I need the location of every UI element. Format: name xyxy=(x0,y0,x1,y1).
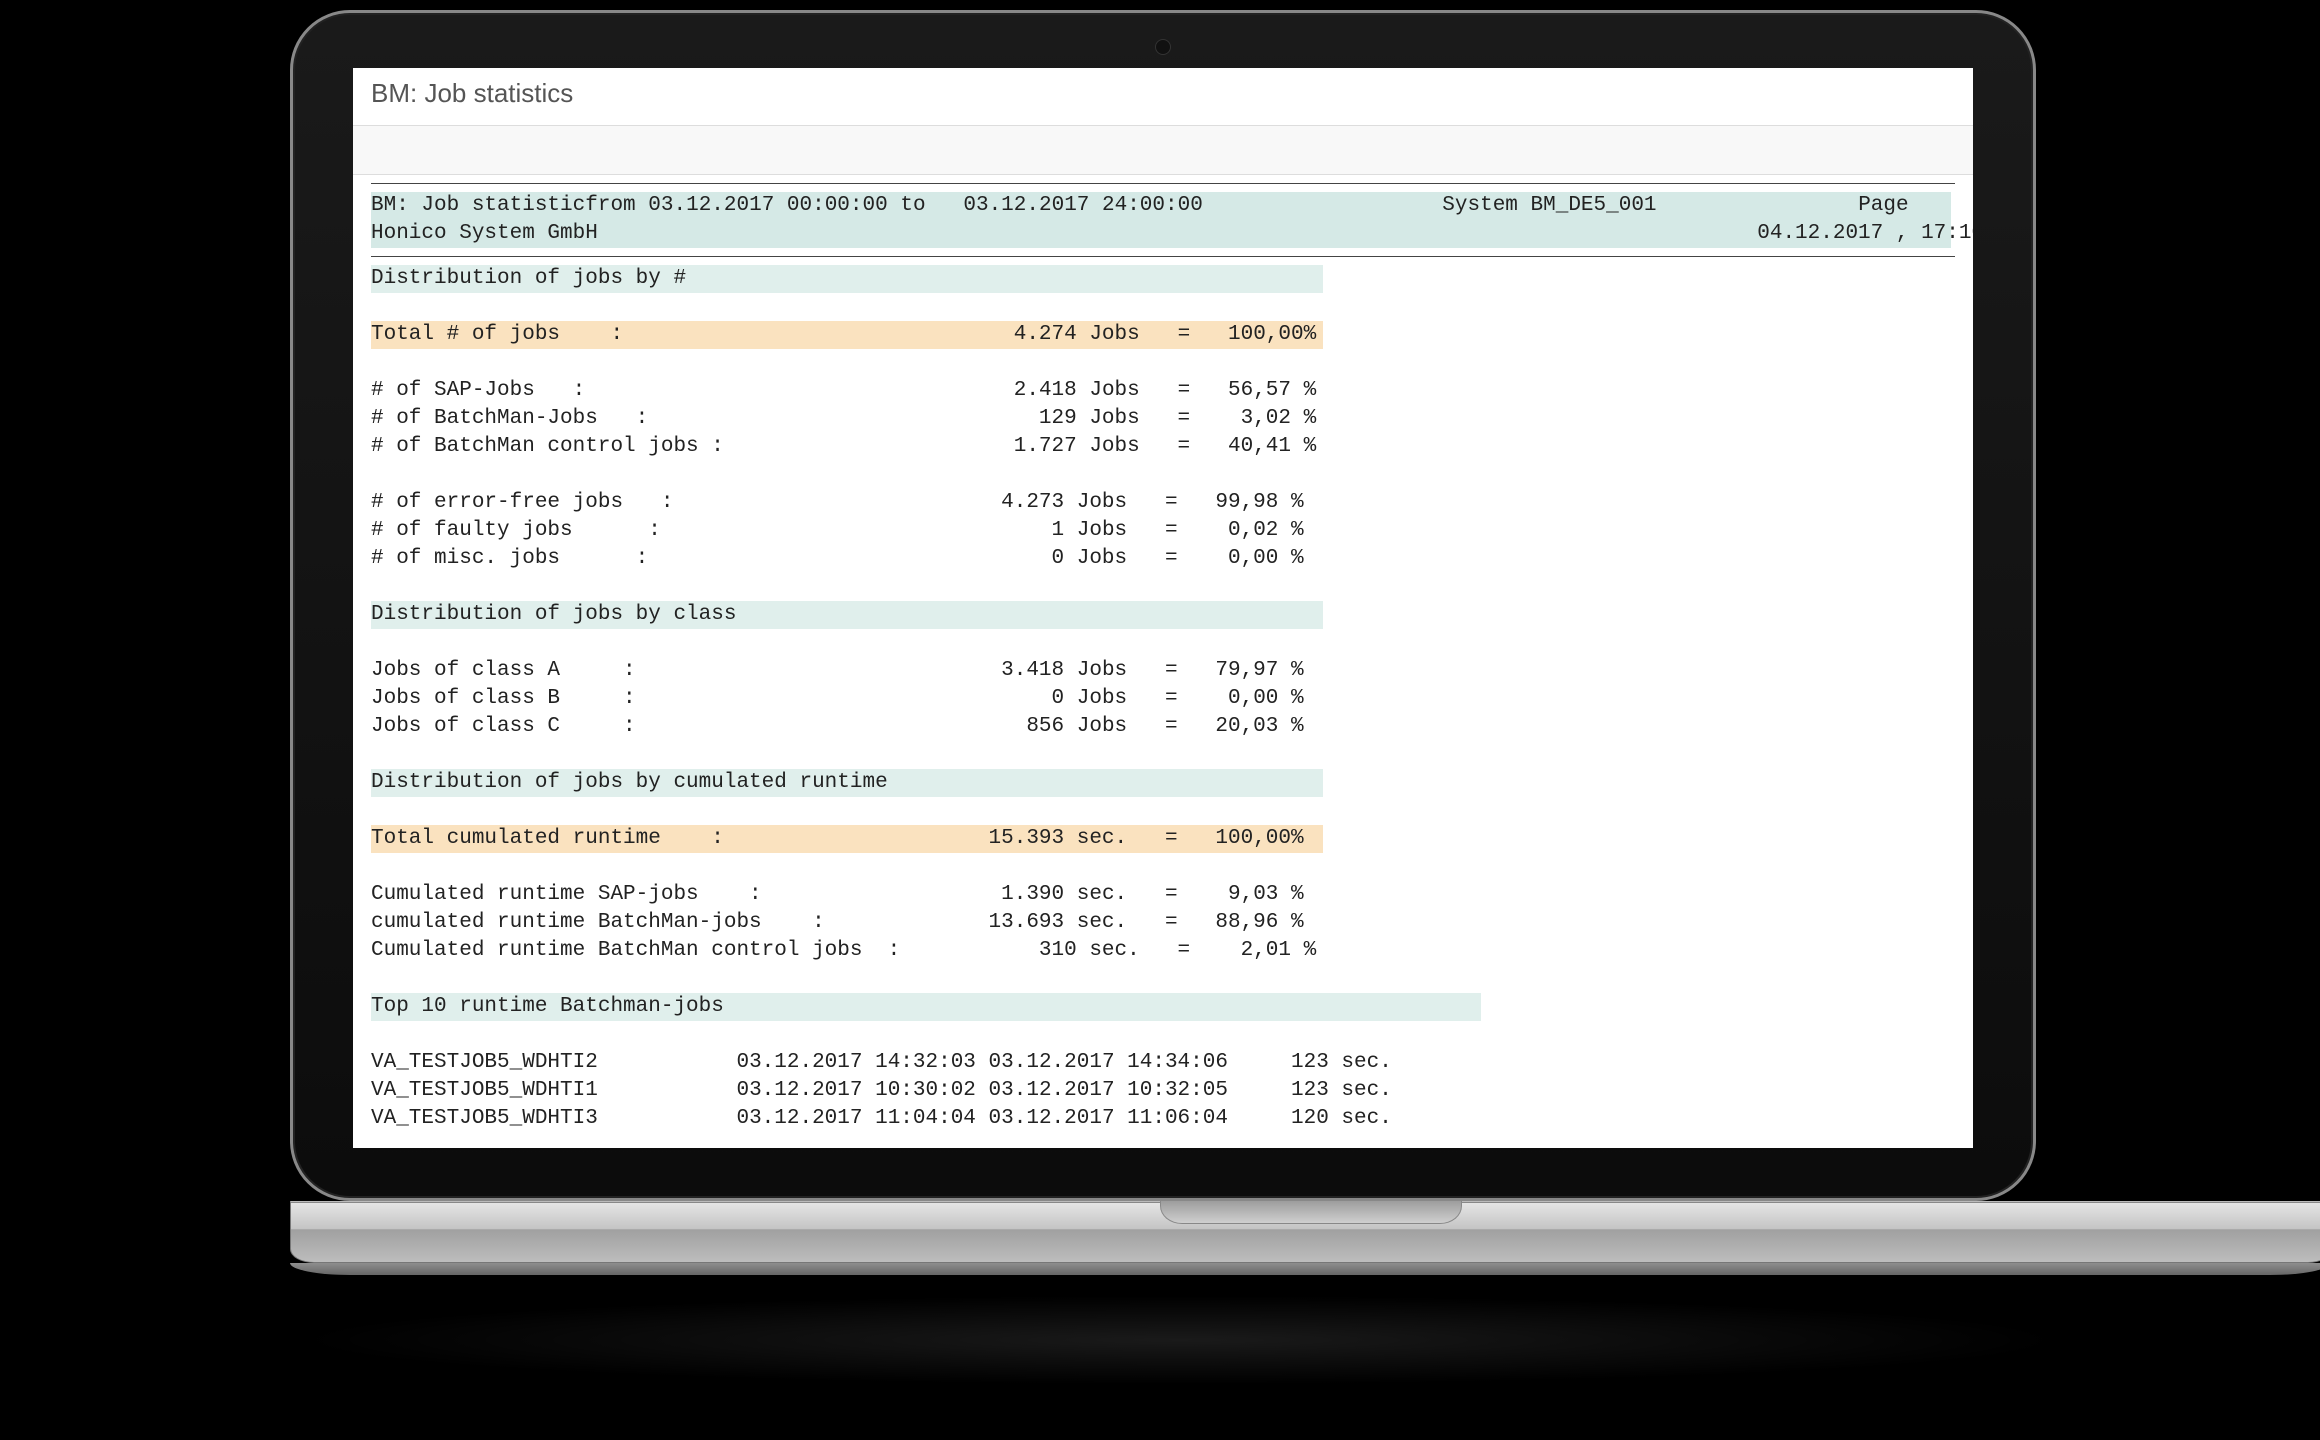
stat-row: # of misc. jobs : 0 Jobs = 0,00 % xyxy=(371,547,1304,570)
laptop-foot xyxy=(290,1263,2320,1275)
top10-row: VA_TESTJOB5_WDHTI1 03.12.2017 10:30:02 0… xyxy=(371,1079,1392,1102)
total-runtime-row: Total cumulated runtime : 15.393 sec. = … xyxy=(371,825,1323,853)
section-header: Distribution of jobs by # xyxy=(371,265,1323,293)
hinge-notch xyxy=(1160,1201,1462,1224)
window-title: BM: Job statistics xyxy=(353,68,1973,125)
stat-row: # of faulty jobs : 1 Jobs = 0,02 % xyxy=(371,519,1304,542)
report-header-line2: Honico System GmbH 04.12.2017 , 17:10:19 xyxy=(371,220,1951,248)
stat-row: Cumulated runtime SAP-jobs : 1.390 sec. … xyxy=(371,883,1304,906)
camera-icon xyxy=(1155,39,1171,55)
section-header: Top 10 runtime Batchman-jobs xyxy=(371,993,1481,1021)
stat-row: Jobs of class A : 3.418 Jobs = 79,97 % xyxy=(371,659,1304,682)
divider xyxy=(371,256,1955,257)
stat-row: Jobs of class C : 856 Jobs = 20,03 % xyxy=(371,715,1304,738)
divider xyxy=(371,183,1955,184)
screen: BM: Job statistics BM: Job statisticfrom… xyxy=(353,68,1973,1148)
report-body-main: Distribution of jobs by # Total # of job… xyxy=(371,265,1955,1133)
total-jobs-row: Total # of jobs : 4.274 Jobs = 100,00% xyxy=(371,321,1323,349)
section-header: Distribution of jobs by class xyxy=(371,601,1323,629)
top10-row: VA_TESTJOB5_WDHTI2 03.12.2017 14:32:03 0… xyxy=(371,1051,1392,1074)
section-header: Distribution of jobs by cumulated runtim… xyxy=(371,769,1323,797)
stat-row: # of BatchMan control jobs : 1.727 Jobs … xyxy=(371,435,1316,458)
stat-row: # of error-free jobs : 4.273 Jobs = 99,9… xyxy=(371,491,1304,514)
report-header-line1: BM: Job statisticfrom 03.12.2017 00:00:0… xyxy=(371,192,1951,220)
stat-row: cumulated runtime BatchMan-jobs : 13.693… xyxy=(371,911,1304,934)
top10-row: VA_TESTJOB5_WDHTI3 03.12.2017 11:04:04 0… xyxy=(371,1107,1392,1130)
stat-row: # of BatchMan-Jobs : 129 Jobs = 3,02 % xyxy=(371,407,1316,430)
report-body: BM: Job statisticfrom 03.12.2017 00:00:0… xyxy=(371,192,1955,248)
toolbar xyxy=(353,125,1973,175)
stat-row: # of SAP-Jobs : 2.418 Jobs = 56,57 % xyxy=(371,379,1316,402)
laptop-bezel: BM: Job statistics BM: Job statisticfrom… xyxy=(290,10,2036,1201)
stat-row: Cumulated runtime BatchMan control jobs … xyxy=(371,939,1316,962)
laptop-deck xyxy=(290,1201,2320,1263)
stat-row: Jobs of class B : 0 Jobs = 0,00 % xyxy=(371,687,1304,710)
floor-shadow xyxy=(290,1295,2070,1385)
